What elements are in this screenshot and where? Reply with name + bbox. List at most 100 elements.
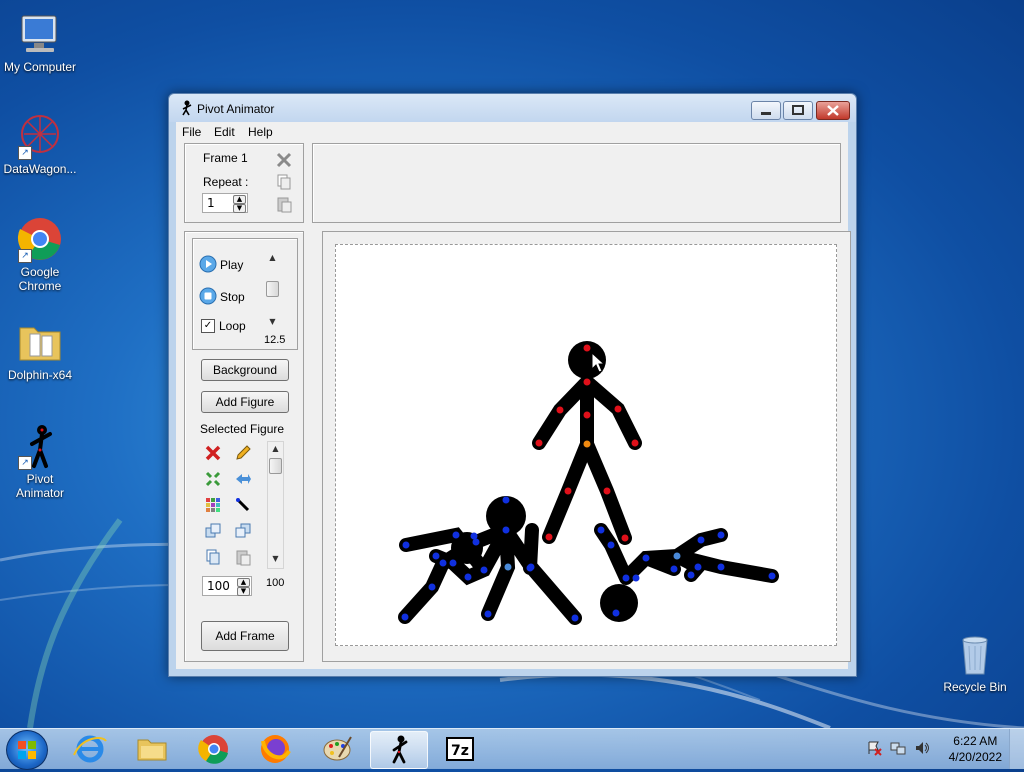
menu-file[interactable]: File <box>182 125 201 139</box>
figure-scroll-value: 100 <box>266 577 285 589</box>
firefox-icon <box>261 735 291 763</box>
start-button[interactable] <box>6 730 48 770</box>
copy-frame-icon[interactable] <box>275 173 293 191</box>
delete-frame-icon[interactable] <box>275 151 293 169</box>
down-arrow-icon[interactable]: ▼ <box>268 554 283 563</box>
bring-front-icon[interactable] <box>204 522 222 540</box>
figure-size-stepper[interactable]: 100 ▲ ▼ <box>202 576 252 596</box>
desktop-icon-label: Dolphin-x64 <box>7 368 73 382</box>
loop-checkbox[interactable]: ✓ <box>201 319 215 333</box>
color-icon[interactable] <box>204 496 222 514</box>
repeat-value: 1 <box>207 196 215 210</box>
flip-icon[interactable] <box>234 470 252 488</box>
taskbar: 7z 6:22 AM 4/20/2022 <box>0 728 1024 770</box>
stop-icon[interactable] <box>199 287 217 305</box>
down-arrow-icon[interactable]: ▼ <box>233 204 246 213</box>
shortcut-arrow-icon: ↗ <box>18 146 32 160</box>
paint-palette-icon <box>323 736 352 761</box>
frame-timeline[interactable] <box>312 143 841 223</box>
7zip-icon: 7z <box>446 737 474 761</box>
add-figure-button[interactable]: Add Figure <box>201 391 289 413</box>
up-arrow-icon[interactable]: ▲ <box>233 195 246 204</box>
taskbar-internet-explorer[interactable] <box>62 731 118 767</box>
network-icon[interactable] <box>890 740 906 756</box>
taskbar-chrome[interactable] <box>186 731 242 767</box>
taskbar-paint[interactable] <box>309 731 365 767</box>
desktop-icon-google-chrome[interactable]: ↗ Google Chrome <box>0 215 80 293</box>
speed-value: 12.5 <box>264 334 286 346</box>
app-icon <box>182 100 192 116</box>
background-button[interactable]: Background <box>201 359 289 381</box>
stickfigure-icon: ↗ <box>16 422 64 470</box>
minimize-icon <box>761 112 771 115</box>
standing-figure[interactable] <box>532 375 642 545</box>
menu-bar: File Edit Help <box>176 122 848 142</box>
spinner-buttons[interactable]: ▲ ▼ <box>237 578 250 596</box>
windows-logo-icon <box>18 741 36 759</box>
shortcut-arrow-icon: ↗ <box>18 249 32 263</box>
playback-group: Play Stop ✓ Loop ▲ ▼ 12.5 <box>192 238 298 350</box>
chrome-icon <box>198 735 228 764</box>
stop-button[interactable]: Stop <box>220 290 245 304</box>
frame-label: Frame 1 <box>203 151 248 165</box>
desktop-icon-recycle-bin[interactable]: Recycle Bin <box>935 630 1015 694</box>
up-arrow-icon[interactable]: ▲ <box>265 253 280 262</box>
loop-label: Loop <box>219 319 246 333</box>
clock-date: 4/20/2022 <box>948 750 1002 764</box>
figure-size-value: 100 <box>207 579 230 593</box>
speed-slider[interactable]: ▲ ▼ <box>265 253 280 329</box>
desktop-icon-label: Google Chrome <box>18 265 62 293</box>
delete-figure-icon[interactable] <box>204 444 222 462</box>
maximize-icon <box>792 105 804 115</box>
menu-edit[interactable]: Edit <box>214 125 235 139</box>
action-center-icon[interactable] <box>866 740 882 756</box>
figure-scrollbar-thumb[interactable] <box>269 458 282 474</box>
desktop-icon-pivot-animator[interactable]: ↗ Pivot Animator <box>0 422 80 500</box>
repeat-stepper[interactable]: 1 ▲ ▼ <box>202 193 248 213</box>
taskbar-7zip[interactable]: 7z <box>432 731 488 767</box>
minimize-button[interactable] <box>751 101 781 120</box>
menu-help[interactable]: Help <box>248 125 273 139</box>
close-button[interactable] <box>816 101 850 120</box>
play-button[interactable]: Play <box>220 258 243 272</box>
svg-text:7z: 7z <box>451 743 469 759</box>
desktop-icon-my-computer[interactable]: My Computer <box>0 10 80 74</box>
desktop-icon-dolphin[interactable]: Dolphin-x64 <box>0 318 80 382</box>
computer-icon <box>16 10 64 58</box>
desktop-icon-datawagon[interactable]: ↗ DataWagon... <box>0 112 80 176</box>
play-icon[interactable] <box>199 255 217 273</box>
copy-figure-icon[interactable] <box>204 548 222 566</box>
taskbar-firefox[interactable] <box>247 731 303 767</box>
desktop-icon-label: Recycle Bin <box>943 680 1007 694</box>
animation-stage[interactable] <box>335 244 837 646</box>
spinner-buttons[interactable]: ▲ ▼ <box>233 195 246 213</box>
figure-scrollbar[interactable]: ▲ ▼ <box>267 441 284 569</box>
canvas-area <box>322 231 851 662</box>
up-arrow-icon[interactable]: ▲ <box>268 444 283 453</box>
paste-figure-icon[interactable] <box>234 548 252 566</box>
taskbar-pivot-animator[interactable] <box>370 731 428 769</box>
fallen-figure-head[interactable] <box>600 584 638 622</box>
down-arrow-icon[interactable]: ▼ <box>237 587 250 596</box>
repeat-label: Repeat : <box>203 175 249 189</box>
down-arrow-icon[interactable]: ▼ <box>265 317 280 326</box>
maximize-button[interactable] <box>783 101 813 120</box>
join-icon[interactable] <box>234 496 252 514</box>
folder-icon <box>16 318 64 366</box>
center-icon[interactable] <box>204 470 222 488</box>
system-clock[interactable]: 6:22 AM 4/20/2022 <box>949 733 1002 765</box>
volume-icon[interactable] <box>914 740 930 756</box>
add-frame-button[interactable]: Add Frame <box>201 621 289 651</box>
taskbar-file-explorer[interactable] <box>124 731 180 767</box>
window-title: Pivot Animator <box>197 102 275 116</box>
chrome-icon: ↗ <box>16 215 64 263</box>
folder-icon <box>137 739 167 761</box>
title-bar[interactable]: Pivot Animator <box>169 94 856 122</box>
up-arrow-icon[interactable]: ▲ <box>237 578 250 587</box>
speed-slider-thumb[interactable] <box>266 281 279 297</box>
send-back-icon[interactable] <box>234 522 252 540</box>
pencil-icon[interactable] <box>234 444 252 462</box>
paste-frame-icon[interactable] <box>275 195 293 213</box>
close-icon <box>827 105 839 116</box>
show-desktop-button[interactable] <box>1009 729 1024 769</box>
